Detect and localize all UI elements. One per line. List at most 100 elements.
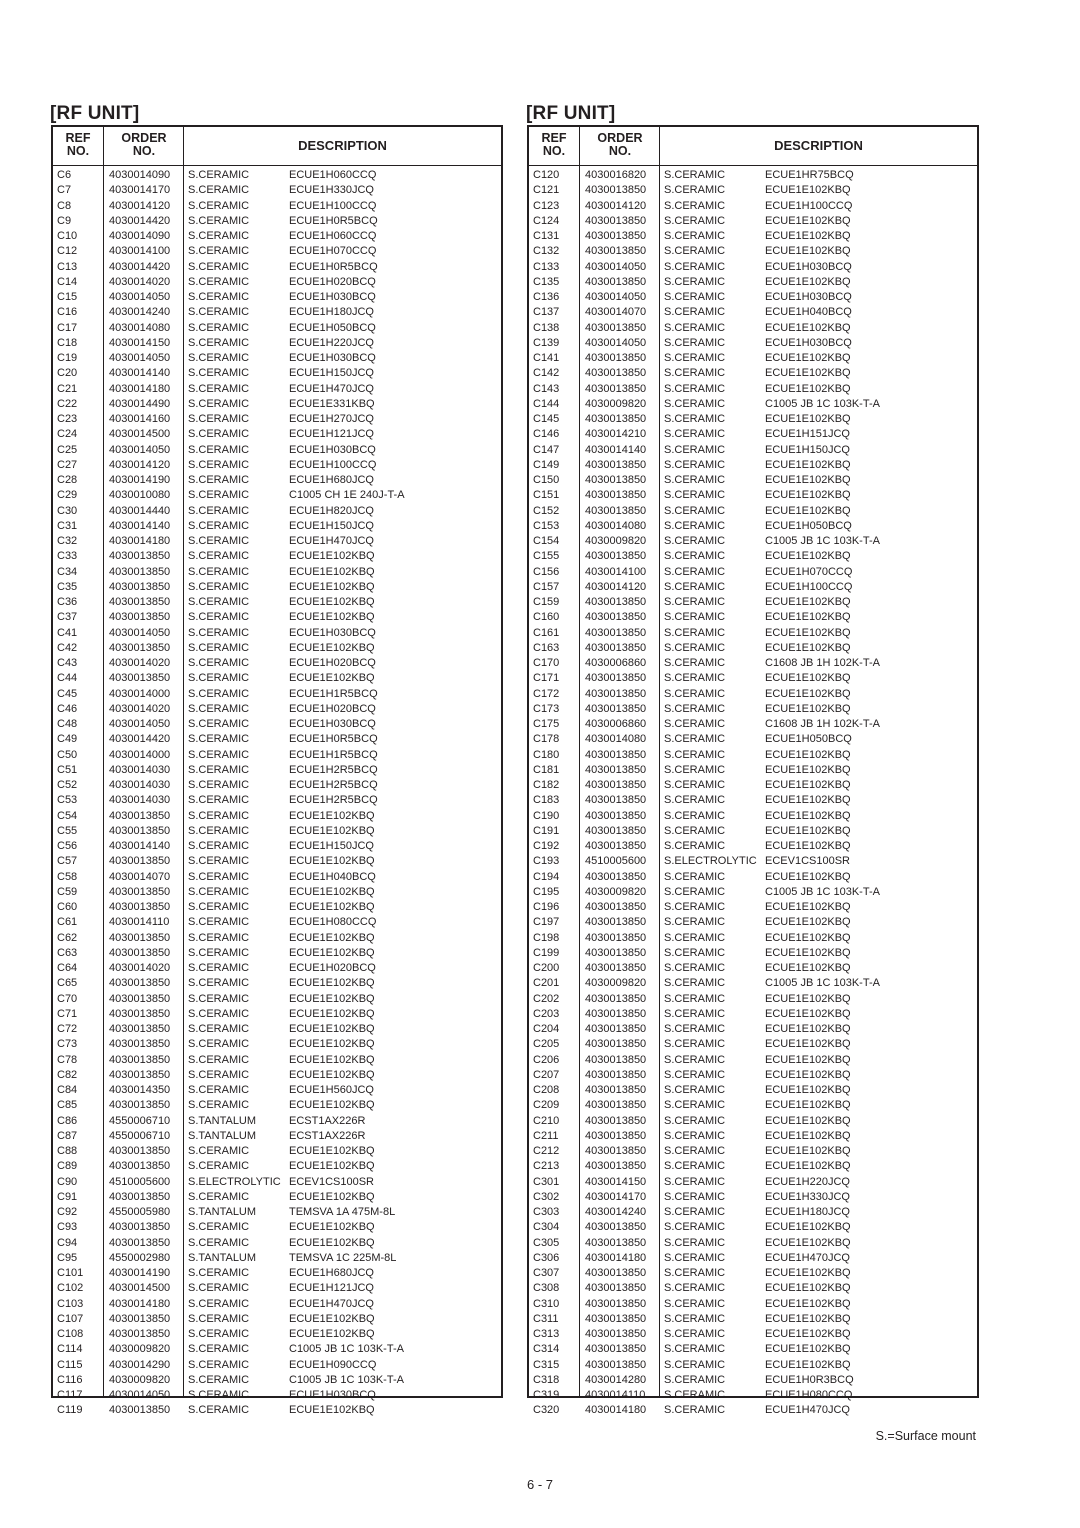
- part-type-cell: S.CERAMIC: [188, 1312, 250, 1325]
- table-row: C19 4030014050 S.CERAMIC ECUE1H030BCQ: [53, 351, 501, 366]
- ref-no-cell: C308: [533, 1282, 560, 1295]
- ref-no-cell: C136: [533, 291, 560, 303]
- order-no-cell: 4030014050: [109, 1389, 171, 1401]
- part-type-cell: S.CERAMIC: [664, 840, 726, 852]
- table-row: C310 4030013850 S.CERAMIC ECUE1E102KBQ: [529, 1297, 977, 1312]
- order-no-cell: 4030013850: [585, 230, 647, 242]
- table-row: C95 4550002980 S.TANTALUM TEMSVA 1C 225M-8L: [53, 1251, 501, 1266]
- table-row: C163 4030013850 S.CERAMIC ECUE1E102KBQ: [529, 641, 977, 656]
- order-no-cell: 4030014140: [585, 443, 647, 456]
- part-type-cell: S.CERAMIC: [188, 1236, 250, 1249]
- part-type-cell: S.CERAMIC: [664, 519, 726, 532]
- ref-no-cell: C6: [57, 169, 72, 181]
- order-no-cell: 4030013850: [585, 1297, 647, 1310]
- table-row: C103 4030014180 S.CERAMIC ECUE1H470JCQ: [53, 1297, 501, 1312]
- table-row: C208 4030013850 S.CERAMIC ECUE1E102KBQ: [529, 1083, 977, 1098]
- ref-no-cell: C54: [57, 809, 78, 822]
- ref-no-cell: C206: [533, 1053, 560, 1066]
- part-type-cell: S.CERAMIC: [188, 275, 250, 288]
- ref-no-cell: C157: [533, 580, 560, 593]
- part-type-cell: S.CERAMIC: [664, 962, 726, 974]
- part-number-cell: ECUE1H330JCQ: [765, 1190, 850, 1203]
- part-number-cell: ECUE1E102KBQ: [765, 672, 851, 685]
- table-row: C180 4030013850 S.CERAMIC ECUE1E102KBQ: [529, 748, 977, 763]
- order-no-cell: 4030014090: [109, 230, 171, 242]
- ref-no-cell: C318: [533, 1373, 560, 1386]
- part-number-cell: ECUE1E102KBQ: [765, 1084, 851, 1096]
- part-type-cell: S.CERAMIC: [188, 306, 250, 319]
- part-type-cell: S.CERAMIC: [188, 336, 250, 349]
- part-type-cell: S.CERAMIC: [664, 992, 726, 1005]
- table-row: C313 4030013850 S.CERAMIC ECUE1E102KBQ: [529, 1327, 977, 1342]
- table-row: C139 4030014050 S.CERAMIC ECUE1H030BCQ: [529, 336, 977, 351]
- order-no-cell: 4030009820: [585, 885, 647, 898]
- ref-no-cell: C132: [533, 245, 560, 258]
- order-no-cell: 4030013850: [585, 1145, 647, 1157]
- table-row: C102 4030014500 S.CERAMIC ECUE1H121JCQ: [53, 1281, 501, 1296]
- part-number-cell: ECEV1CS100SR: [765, 855, 850, 868]
- part-number-cell: ECUE1E102KBQ: [765, 962, 851, 974]
- part-number-cell: ECUE1E102KBQ: [765, 1282, 851, 1295]
- ref-no-cell: C315: [533, 1358, 560, 1371]
- ref-no-cell: C92: [57, 1206, 78, 1218]
- order-no-cell: 4510005600: [109, 1175, 171, 1188]
- ref-no-cell: C78: [57, 1053, 78, 1066]
- order-no-cell: 4030013850: [585, 1267, 647, 1279]
- ref-no-cell: C147: [533, 443, 560, 456]
- ref-no-cell: C49: [57, 733, 78, 746]
- ref-no-cell: C91: [57, 1190, 78, 1203]
- part-number-cell: TEMSVA 1C 225M-8L: [289, 1251, 397, 1264]
- part-number-cell: ECUE1H180JCQ: [765, 1206, 850, 1218]
- part-number-cell: ECUE1E102KBQ: [765, 504, 851, 517]
- order-no-cell: 4030014070: [585, 306, 647, 319]
- part-type-cell: S.CERAMIC: [664, 1068, 726, 1081]
- part-number-cell: ECUE1E102KBQ: [765, 321, 851, 334]
- order-no-cell: 4030014180: [585, 1251, 647, 1264]
- part-type-cell: S.CERAMIC: [188, 870, 250, 883]
- table-row: C9 4030014420 S.CERAMIC ECUE1H0R5BCQ: [53, 214, 501, 229]
- ref-no-cell: C7: [57, 184, 72, 197]
- order-no-cell: 4550002980: [109, 1251, 171, 1264]
- order-no-cell: 4030013850: [585, 504, 647, 517]
- table-row: C14 4030014020 S.CERAMIC ECUE1H020BCQ: [53, 275, 501, 290]
- ref-no-cell: C43: [57, 657, 78, 669]
- ref-no-cell: C84: [57, 1084, 78, 1096]
- table-row: C192 4030013850 S.CERAMIC ECUE1E102KBQ: [529, 839, 977, 854]
- part-type-cell: S.CERAMIC: [664, 474, 726, 486]
- part-type-cell: S.CERAMIC: [664, 672, 726, 685]
- part-type-cell: S.CERAMIC: [188, 809, 250, 822]
- ref-no-cell: C203: [533, 1007, 560, 1020]
- table-row: C211 4030013850 S.CERAMIC ECUE1E102KBQ: [529, 1129, 977, 1144]
- ref-no-cell: C320: [533, 1404, 560, 1417]
- part-number-cell: C1005 CH 1E 240J-T-A: [289, 489, 405, 502]
- order-no-cell: 4030013850: [585, 1160, 647, 1173]
- table-row: C92 4550005980 S.TANTALUM TEMSVA 1A 475M-8L: [53, 1205, 501, 1220]
- table-row: C194 4030013850 S.CERAMIC ECUE1E102KBQ: [529, 870, 977, 885]
- order-no-cell: 4030013850: [109, 580, 171, 593]
- header-order-line2: NO.: [132, 144, 156, 158]
- ref-no-cell: C190: [533, 809, 560, 822]
- part-number-cell: ECUE1E102KBQ: [289, 809, 375, 822]
- part-type-cell: S.CERAMIC: [664, 260, 726, 273]
- table-row: C195 4030009820 S.CERAMIC C1005 JB 1C 103K-…: [529, 885, 977, 900]
- ref-no-cell: C301: [533, 1175, 560, 1188]
- table-row: C119 4030013850 S.CERAMIC ECUE1E102KBQ: [53, 1403, 501, 1418]
- table-row: C82 4030013850 S.CERAMIC ECUE1E102KBQ: [53, 1068, 501, 1083]
- part-number-cell: ECUE1E102KBQ: [289, 672, 375, 685]
- order-no-cell: 4030014240: [109, 306, 171, 319]
- part-type-cell: S.CERAMIC: [664, 489, 726, 502]
- part-type-cell: S.CERAMIC: [664, 946, 726, 959]
- part-number-cell: ECUE1H050BCQ: [289, 321, 376, 334]
- table-row: C43 4030014020 S.CERAMIC ECUE1H020BCQ: [53, 656, 501, 671]
- parts-table: REF NO. ORDER NO. DESCRIPTION C120 403001…: [527, 125, 979, 1416]
- table-row: C142 4030013850 S.CERAMIC ECUE1E102KBQ: [529, 366, 977, 381]
- table-row: C159 4030013850 S.CERAMIC ECUE1E102KBQ: [529, 595, 977, 610]
- part-number-cell: ECUE1H680JCQ: [289, 474, 374, 486]
- page-number: 6 - 7: [526, 1477, 553, 1492]
- ref-no-cell: C31: [57, 519, 78, 532]
- part-type-cell: S.CERAMIC: [664, 443, 726, 456]
- table-row: C30 4030014440 S.CERAMIC ECUE1H820JCQ: [53, 504, 501, 519]
- order-no-cell: 4030009820: [585, 535, 647, 547]
- order-no-cell: 4030013850: [585, 626, 647, 639]
- part-type-cell: S.CERAMIC: [664, 428, 726, 441]
